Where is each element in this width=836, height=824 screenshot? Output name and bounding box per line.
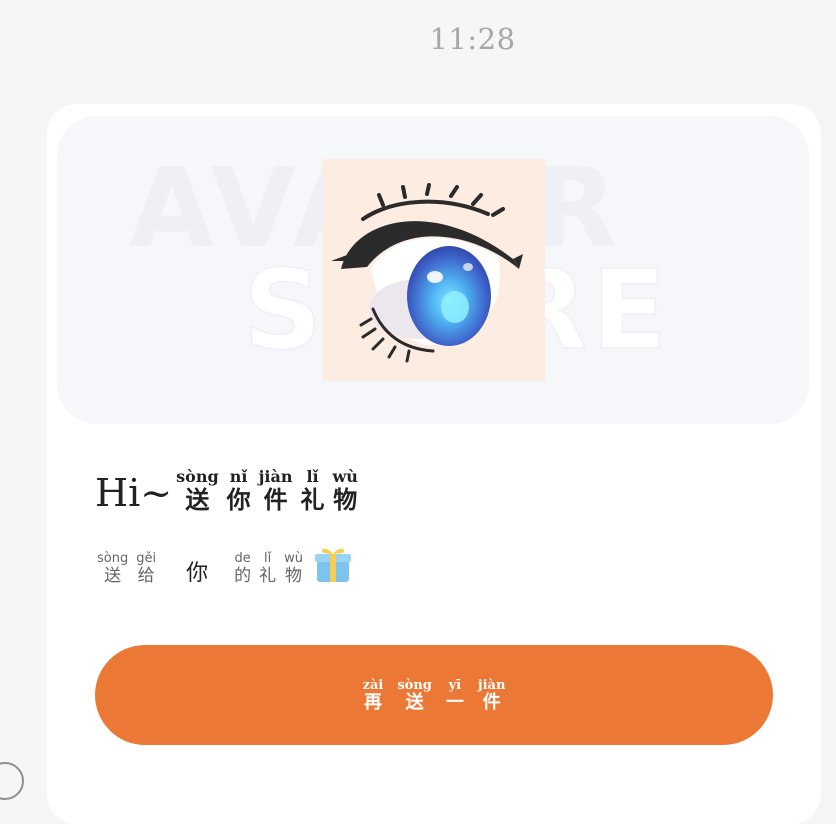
ruby-char: jiàn 件 [258,467,293,514]
gift-box-icon [313,544,353,588]
send-another-button[interactable]: zài 再 sòng 送 yī 一 jiàn 件 [95,645,773,745]
gift-title: Hi~ sòng 送 nǐ 你 jiàn 件 lǐ 礼 wù 物 [95,467,366,515]
gift-subtitle: sòng 送 gěi 给 你 de 的 lǐ 礼 wù 物 [97,544,353,585]
gift-banner: AVATAR STORE [57,116,809,424]
greeting-text: Hi~ [95,471,173,515]
ruby-char: sòng 送 [97,551,129,586]
ruby-char: yī 一 [445,677,464,713]
ruby-char: wù 物 [284,551,303,586]
corner-handle [0,762,24,800]
ruby-char: sòng 送 [176,467,219,514]
ruby-char: lǐ 礼 [300,467,325,514]
gift-item-image [323,159,545,381]
ruby-char: zài 再 [362,677,384,713]
status-time: 11:28 [429,22,516,56]
ruby-char: lǐ 礼 [259,551,277,586]
gift-card: AVATAR STORE [47,104,821,824]
ruby-char: jiàn 件 [477,677,506,713]
ruby-char: gěi 给 [136,551,157,586]
ruby-char: nǐ 你 [226,467,251,514]
recipient-text: 你 [186,561,209,586]
ruby-char: de 的 [234,551,252,586]
ruby-char: sòng 送 [397,677,432,713]
ruby-char: wù 物 [332,467,358,514]
